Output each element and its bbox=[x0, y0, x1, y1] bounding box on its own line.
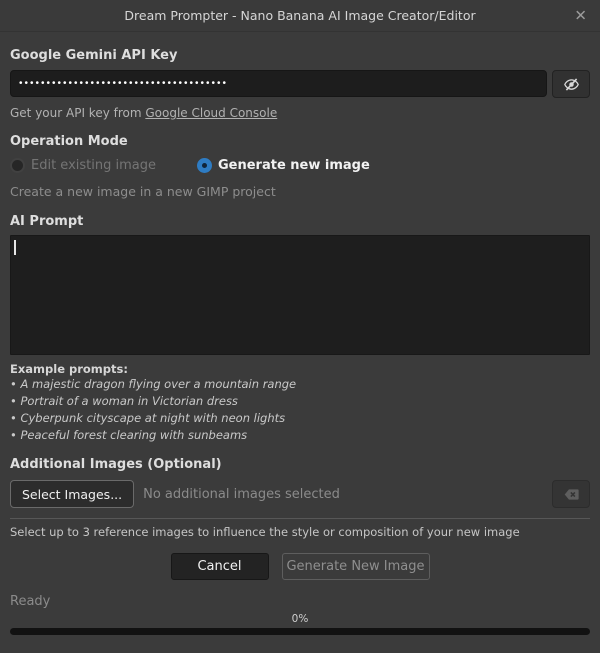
progress-bar bbox=[10, 628, 590, 635]
api-key-input[interactable] bbox=[10, 70, 547, 97]
operation-mode-options: Edit existing image Generate new image bbox=[10, 158, 590, 173]
ai-prompt-textarea[interactable] bbox=[10, 235, 590, 355]
api-key-help: Get your API key from Google Cloud Conso… bbox=[10, 106, 590, 120]
toggle-visibility-button[interactable] bbox=[552, 70, 590, 98]
additional-images-hint: Select up to 3 reference images to influ… bbox=[10, 525, 590, 539]
radio-generate-new-image[interactable]: Generate new image bbox=[197, 158, 370, 173]
example-prompt-item: • Peaceful forest clearing with sunbeams bbox=[10, 427, 590, 444]
example-prompts-title: Example prompts: bbox=[10, 362, 590, 376]
radio-generate-label: Generate new image bbox=[218, 158, 370, 173]
google-cloud-console-link[interactable]: Google Cloud Console bbox=[145, 106, 277, 120]
window-title: Dream Prompter - Nano Banana AI Image Cr… bbox=[124, 8, 475, 23]
text-cursor bbox=[14, 240, 16, 255]
example-prompt-item: • Cyberpunk cityscape at night with neon… bbox=[10, 410, 590, 427]
generate-new-image-button[interactable]: Generate New Image bbox=[282, 553, 430, 580]
radio-edit-existing-image[interactable]: Edit existing image bbox=[10, 158, 156, 173]
ai-prompt-label: AI Prompt bbox=[10, 214, 590, 229]
api-key-row bbox=[10, 70, 590, 98]
dialog-body: Google Gemini API Key Get your API key f… bbox=[0, 48, 600, 635]
cancel-button[interactable]: Cancel bbox=[171, 553, 269, 580]
select-images-button[interactable]: Select Images... bbox=[10, 480, 134, 508]
api-key-help-text: Get your API key from bbox=[10, 106, 145, 120]
additional-images-row: Select Images... No additional images se… bbox=[10, 480, 590, 508]
action-buttons: Cancel Generate New Image bbox=[10, 553, 590, 580]
title-bar: Dream Prompter - Nano Banana AI Image Cr… bbox=[0, 0, 600, 32]
example-prompt-item: • Portrait of a woman in Victorian dress bbox=[10, 393, 590, 410]
divider bbox=[10, 518, 590, 519]
status-text: Ready bbox=[10, 594, 590, 609]
clear-images-button[interactable] bbox=[552, 480, 590, 508]
radio-edit-label: Edit existing image bbox=[31, 158, 156, 173]
additional-images-label: Additional Images (Optional) bbox=[10, 457, 590, 472]
close-icon[interactable]: ✕ bbox=[574, 8, 587, 23]
operation-mode-label: Operation Mode bbox=[10, 134, 590, 149]
api-key-label: Google Gemini API Key bbox=[10, 48, 590, 63]
radio-off-icon bbox=[10, 158, 25, 173]
radio-on-icon bbox=[197, 158, 212, 173]
eye-off-icon bbox=[563, 76, 580, 93]
operation-mode-description: Create a new image in a new GIMP project bbox=[10, 184, 590, 199]
backspace-clear-icon bbox=[563, 486, 580, 503]
example-prompt-item: • A majestic dragon flying over a mounta… bbox=[10, 376, 590, 393]
images-selected-status: No additional images selected bbox=[143, 487, 340, 502]
progress-percent-label: 0% bbox=[10, 613, 590, 625]
